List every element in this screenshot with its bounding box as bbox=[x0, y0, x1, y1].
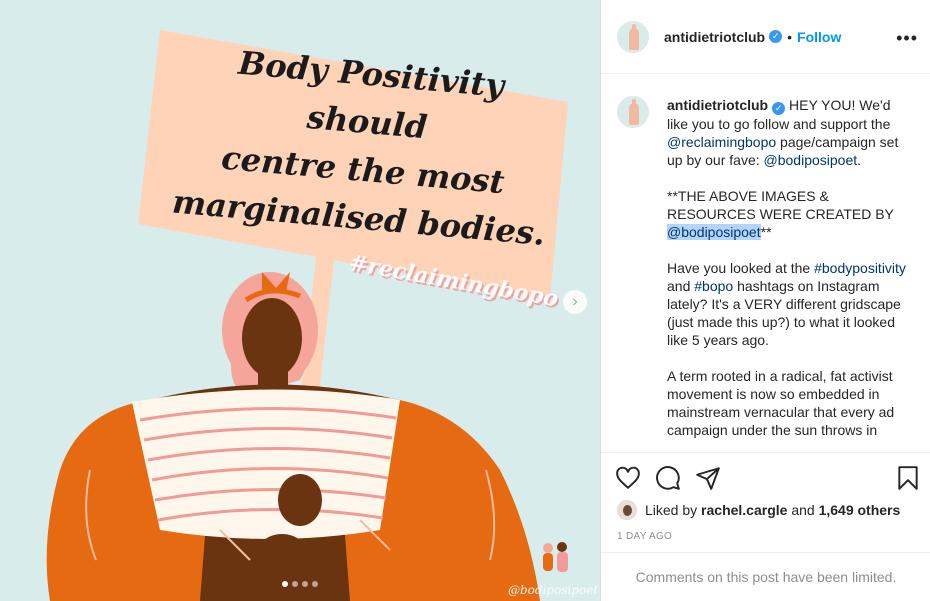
carousel-dot bbox=[302, 581, 308, 587]
likes-count[interactable]: 1,649 others bbox=[819, 502, 901, 518]
heart-icon[interactable] bbox=[615, 465, 641, 491]
follow-button[interactable]: Follow bbox=[797, 29, 841, 45]
likes-and: and bbox=[791, 502, 815, 518]
caption: antidietriotclub ✓ HEY YOU! We'd like you… bbox=[617, 96, 915, 452]
caption-text-segment: Have you looked at the bbox=[667, 260, 815, 276]
caption-text-segment: ** bbox=[760, 224, 772, 240]
mention-link-selected[interactable]: @bodiposipoet bbox=[667, 224, 761, 240]
caption-text-segment: A term rooted in a radical, fat activist… bbox=[667, 368, 895, 438]
action-bar bbox=[601, 452, 930, 498]
separator-dot: • bbox=[787, 28, 793, 45]
avatar[interactable] bbox=[617, 20, 649, 53]
verified-badge-icon: ✓ bbox=[772, 102, 786, 115]
caption-text: antidietriotclub ✓ HEY YOU! We'd like you… bbox=[667, 96, 913, 452]
carousel-dot bbox=[292, 581, 298, 587]
verified-badge-icon: ✓ bbox=[769, 30, 783, 43]
liker-username[interactable]: rachel.cargle bbox=[701, 502, 787, 518]
likes-prefix: Liked by bbox=[645, 502, 698, 518]
chevron-right-icon: › bbox=[572, 293, 578, 310]
post-image[interactable]: Body Positivity should centre the most m… bbox=[0, 0, 600, 601]
liker-avatar[interactable] bbox=[617, 500, 637, 520]
caption-text-segment: and bbox=[667, 278, 695, 294]
share-icon[interactable] bbox=[695, 465, 721, 491]
face bbox=[242, 298, 302, 378]
hand-upper bbox=[278, 474, 322, 526]
caption-text-segment: **THE ABOVE IMAGES & RESOURCES WERE CREA… bbox=[667, 188, 894, 222]
next-slide-button[interactable]: › bbox=[563, 290, 587, 314]
more-options-icon[interactable]: ••• bbox=[896, 28, 918, 49]
hand-lower bbox=[256, 534, 308, 578]
bookmark-icon[interactable] bbox=[895, 465, 921, 491]
caption-avatar[interactable] bbox=[617, 96, 649, 128]
hashtag-link[interactable]: #bodypositivity bbox=[814, 260, 906, 276]
carousel-indicator bbox=[282, 581, 318, 587]
hashtag-link[interactable]: #bopo bbox=[694, 278, 733, 294]
watermark: @bodiposipoet bbox=[508, 583, 599, 597]
header-username[interactable]: antidietriotclub bbox=[664, 29, 765, 45]
sign-text: Body Positivity should centre the most m… bbox=[162, 33, 567, 258]
comment-icon[interactable] bbox=[655, 465, 681, 491]
post-timestamp[interactable]: 1 DAY AGO bbox=[617, 531, 672, 542]
watermark-figures-icon bbox=[543, 542, 568, 572]
post-sidebar: antidietriotclub ✓ • Follow ••• antidiet… bbox=[600, 0, 930, 601]
caption-scroll-area[interactable]: antidietriotclub ✓ HEY YOU! We'd like you… bbox=[601, 74, 930, 452]
caption-username[interactable]: antidietriotclub bbox=[667, 97, 768, 113]
carousel-dot bbox=[282, 581, 288, 587]
mention-link[interactable]: @reclaimingbopo bbox=[667, 134, 776, 150]
comments-limited-notice: Comments on this post have been limited. bbox=[601, 552, 930, 601]
caption-text-segment: . bbox=[857, 152, 862, 168]
carousel-dot bbox=[312, 581, 318, 587]
likes-summary: Liked by rachel.cargle and 1,649 others bbox=[617, 500, 900, 520]
mention-link[interactable]: @bodiposipoet bbox=[764, 152, 858, 168]
post-header: antidietriotclub ✓ • Follow ••• bbox=[601, 0, 930, 74]
